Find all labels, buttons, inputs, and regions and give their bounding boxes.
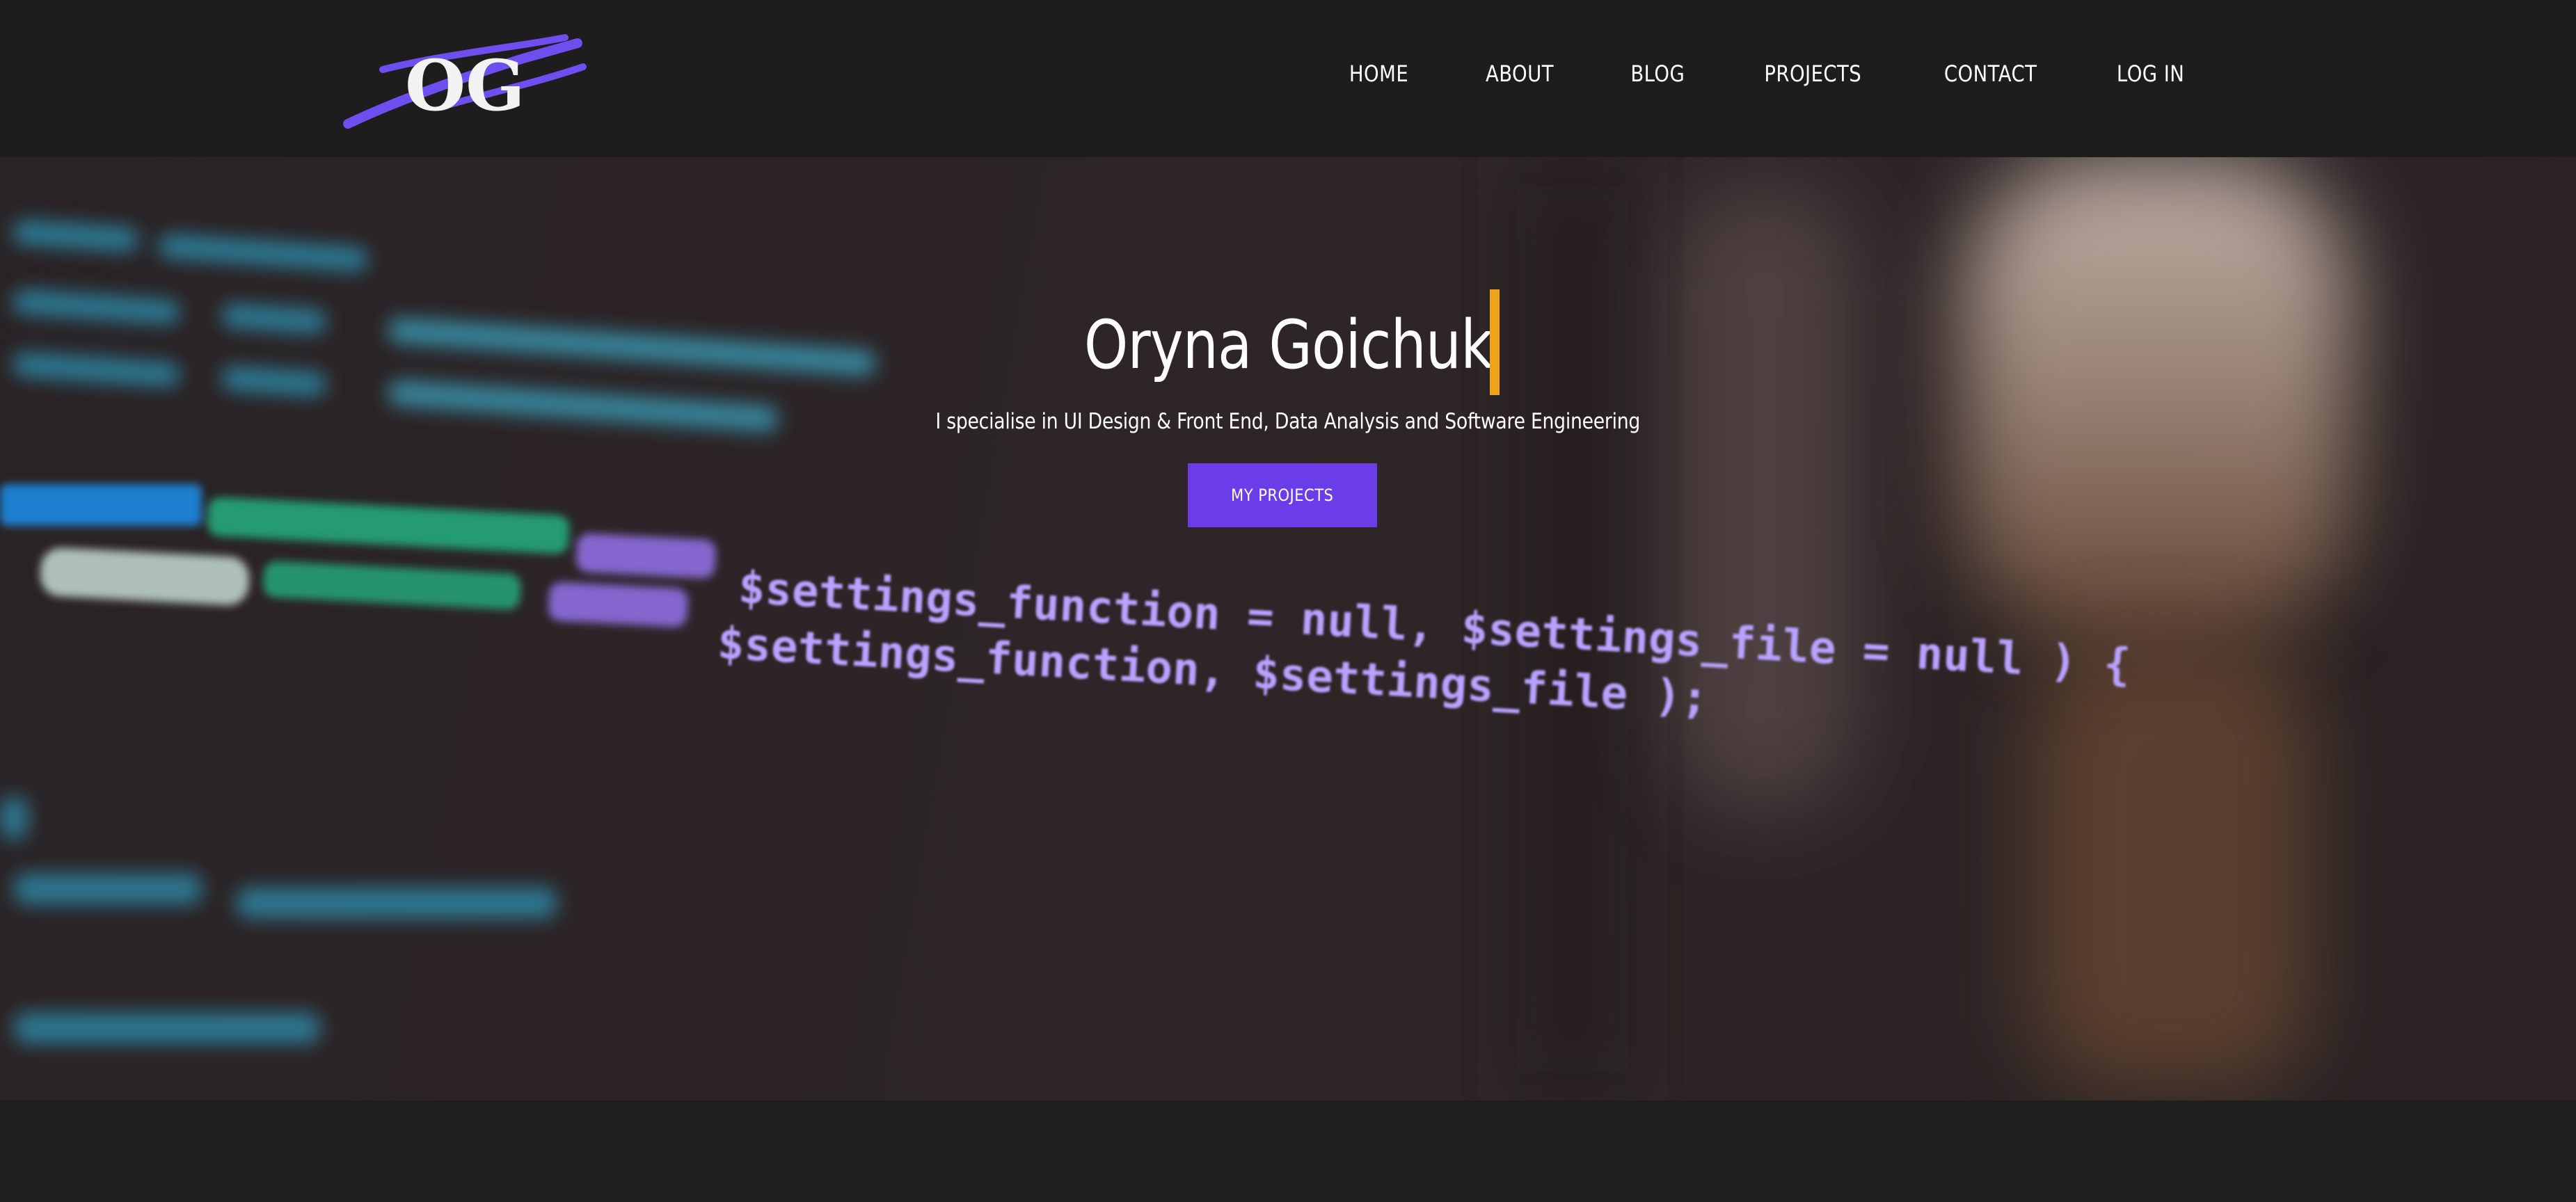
my-projects-button[interactable]: MY PROJECTS	[1188, 463, 1377, 527]
nav-home[interactable]: HOME	[1349, 61, 1408, 87]
hero-section: $settings_function = null, $settings_fil…	[0, 157, 2576, 1100]
nav-contact[interactable]: CONTACT	[1943, 61, 2037, 87]
my-projects-label: MY PROJECTS	[1231, 486, 1334, 505]
logo-text: OG	[405, 45, 525, 127]
page: OG HOME ABOUT BLOG PROJECTS CONTACT LOG …	[0, 0, 2576, 1202]
nav-log-in[interactable]: LOG IN	[2117, 61, 2184, 87]
hero-title-wrap: Oryna Goichuk	[0, 289, 2576, 401]
nav-about[interactable]: ABOUT	[1486, 61, 1554, 87]
logo[interactable]: OG	[341, 28, 591, 139]
nav-projects[interactable]: PROJECTS	[1764, 61, 1861, 87]
site-header: OG HOME ABOUT BLOG PROJECTS CONTACT LOG …	[0, 0, 2576, 157]
below-hero-section	[0, 1100, 2576, 1202]
hero-content: Oryna Goichuk I specialise in UI Design …	[0, 157, 2576, 1100]
logo-mark-icon: OG	[343, 34, 587, 129]
typing-cursor	[1490, 289, 1500, 395]
main-nav: HOME ABOUT BLOG PROJECTS CONTACT LOG IN	[1344, 0, 2190, 147]
nav-blog[interactable]: BLOG	[1631, 61, 1685, 87]
hero-subtitle-text: I specialise in UI Design & Front End, D…	[935, 409, 1641, 434]
hero-title: Oryna Goichuk	[1083, 306, 1493, 384]
hero-subtitle: I specialise in UI Design & Front End, D…	[0, 409, 2576, 434]
